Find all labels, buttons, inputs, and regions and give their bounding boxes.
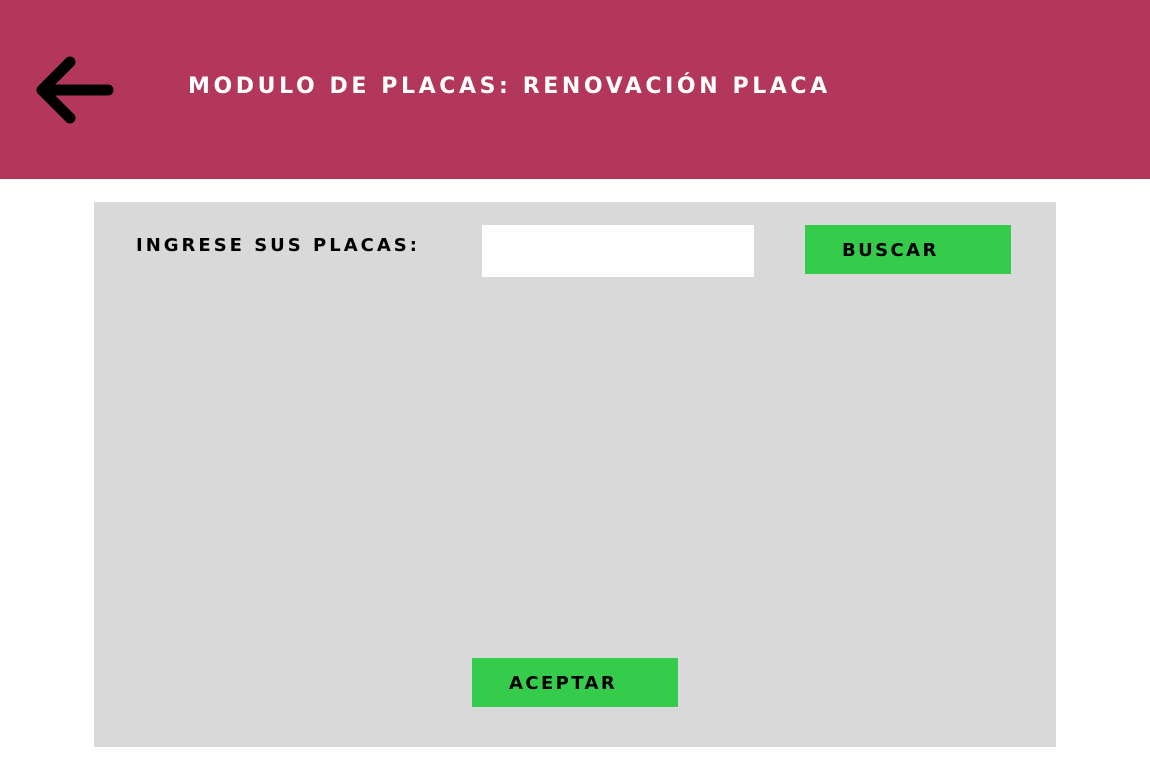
form-panel: INGRESE SUS PLACAS: BUSCAR ACEPTAR xyxy=(94,202,1056,747)
plate-input[interactable] xyxy=(482,225,754,277)
header-bar: MODULO DE PLACAS: RENOVACIÓN PLACA xyxy=(0,0,1150,179)
arrow-left-icon xyxy=(36,56,114,124)
page-title: MODULO DE PLACAS: RENOVACIÓN PLACA xyxy=(188,74,831,99)
accept-button-label: ACEPTAR xyxy=(509,673,618,694)
back-button[interactable] xyxy=(30,54,120,126)
accept-button[interactable]: ACEPTAR xyxy=(472,658,678,707)
search-button[interactable]: BUSCAR xyxy=(805,225,1011,274)
plate-label: INGRESE SUS PLACAS: xyxy=(136,235,420,256)
search-button-label: BUSCAR xyxy=(842,240,939,261)
